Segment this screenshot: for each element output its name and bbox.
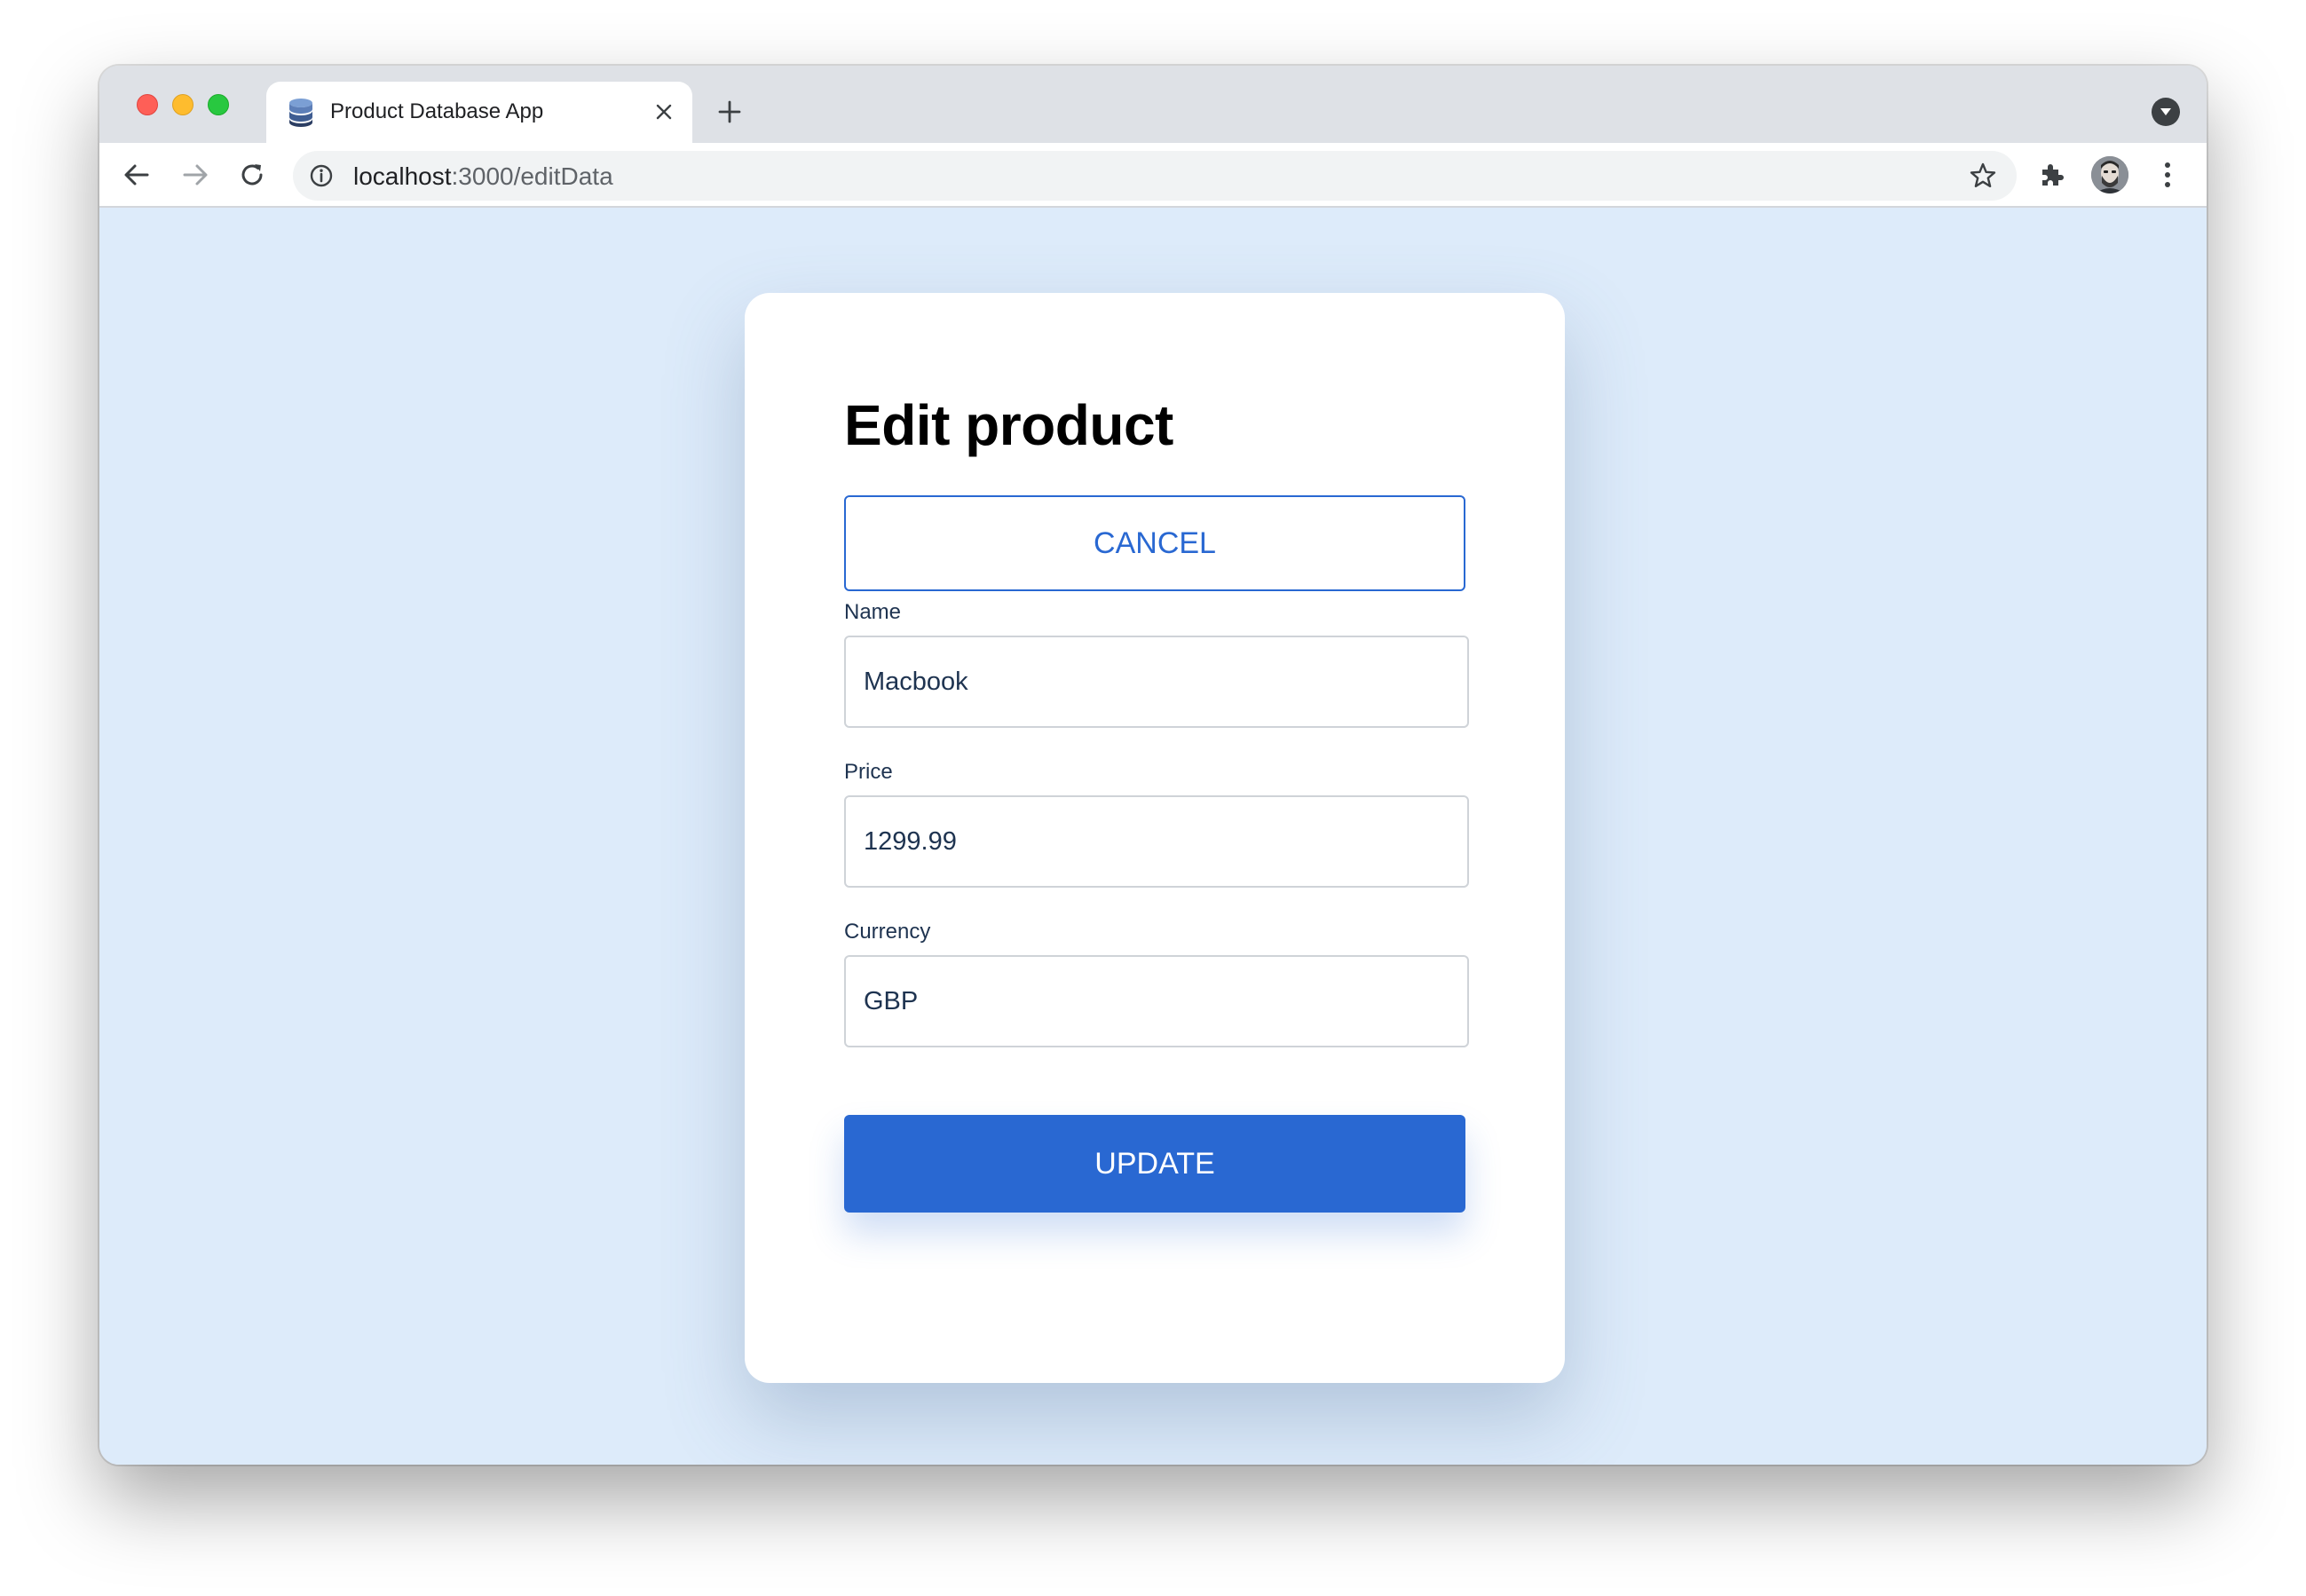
arrow-left-icon[interactable] <box>117 155 156 194</box>
chevron-down-icon[interactable] <box>2152 98 2180 126</box>
minimize-window-button[interactable] <box>172 94 193 115</box>
url-path: :3000/editData <box>451 162 613 190</box>
currency-label: Currency <box>844 920 931 944</box>
close-window-button[interactable] <box>137 94 158 115</box>
name-input[interactable] <box>844 636 1469 728</box>
avatar[interactable] <box>2091 156 2128 194</box>
database-icon <box>288 98 314 128</box>
tab-title: Product Database App <box>330 99 544 123</box>
update-button[interactable]: UPDATE <box>844 1115 1465 1213</box>
kebab-menu-icon[interactable] <box>2150 157 2185 193</box>
page-title: Edit product <box>844 393 1173 457</box>
maximize-window-button[interactable] <box>208 94 229 115</box>
price-label: Price <box>844 760 893 784</box>
info-icon[interactable] <box>309 163 334 188</box>
browser-toolbar: localhost:3000/editData <box>99 143 2207 208</box>
name-label: Name <box>844 600 902 624</box>
plus-icon[interactable] <box>714 96 746 128</box>
browser-window: Product Database App localhost:3000/edit… <box>99 66 2207 1465</box>
tab-strip: Product Database App <box>99 66 2207 143</box>
star-icon[interactable] <box>1969 162 1997 190</box>
edit-product-card: Edit product CANCEL Name Price Currency … <box>745 293 1565 1383</box>
close-tab-icon[interactable] <box>650 98 678 126</box>
url-host: localhost <box>353 162 452 190</box>
tab-product-database-app[interactable]: Product Database App <box>266 82 692 143</box>
url-text: localhost:3000/editData <box>353 162 613 191</box>
page-content: Edit product CANCEL Name Price Currency … <box>99 208 2207 1465</box>
arrow-right-icon[interactable] <box>176 155 215 194</box>
reload-icon[interactable] <box>233 155 272 194</box>
puzzle-icon[interactable] <box>2034 157 2070 193</box>
cancel-button[interactable]: CANCEL <box>844 495 1465 591</box>
price-input[interactable] <box>844 795 1469 888</box>
currency-input[interactable] <box>844 955 1469 1047</box>
address-bar[interactable]: localhost:3000/editData <box>293 151 2017 201</box>
